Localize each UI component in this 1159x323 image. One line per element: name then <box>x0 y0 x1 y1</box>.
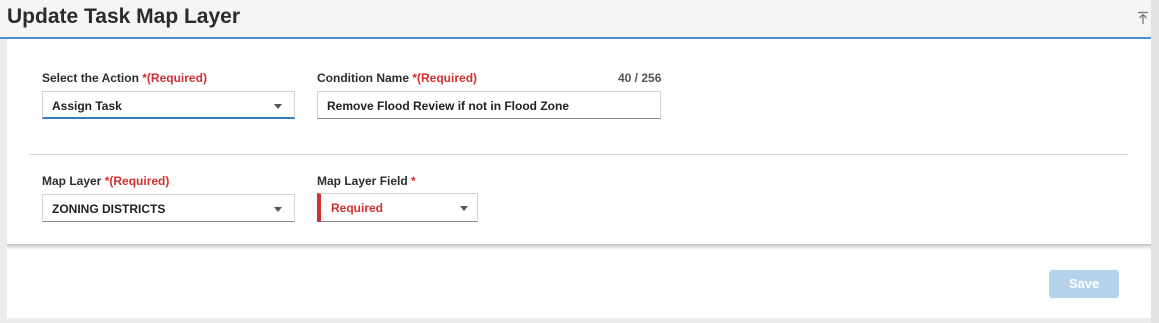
condition-name-input[interactable]: Remove Flood Review if not in Flood Zone <box>317 91 661 119</box>
action-label-text: Select the Action <box>42 71 139 85</box>
map-layer-select[interactable]: ZONING DISTRICTS <box>42 194 295 222</box>
condition-name-value: Remove Flood Review if not in Flood Zone <box>327 99 570 113</box>
action-select[interactable]: Assign Task <box>42 91 295 119</box>
scrollbar[interactable] <box>1151 0 1159 323</box>
action-label: Select the Action *(Required) <box>42 71 207 85</box>
dialog-header: Update Task Map Layer <box>0 0 1151 39</box>
chevron-down-icon <box>274 104 282 109</box>
map-layer-field-select[interactable]: Required <box>317 193 478 222</box>
action-select-value: Assign Task <box>52 99 122 113</box>
collapse-up-icon[interactable] <box>1137 11 1149 25</box>
character-counter: 40 / 256 <box>618 71 662 85</box>
footer-separator <box>7 244 1151 250</box>
condition-label-text: Condition Name <box>317 71 409 85</box>
map-layer-field-label: Map Layer Field * <box>317 174 416 188</box>
page-title: Update Task Map Layer <box>7 5 241 28</box>
required-marker: *(Required) <box>142 71 207 85</box>
map-layer-select-value: ZONING DISTRICTS <box>52 202 166 216</box>
map-layer-label-text: Map Layer <box>42 174 102 188</box>
map-layer-label: Map Layer *(Required) <box>42 174 169 188</box>
condition-label: Condition Name *(Required) <box>317 71 477 85</box>
map-layer-field-select-value: Required <box>331 201 384 215</box>
required-marker: *(Required) <box>412 71 478 85</box>
required-marker: * <box>411 174 416 188</box>
save-button[interactable]: Save <box>1049 270 1119 298</box>
section-divider <box>29 154 1128 155</box>
chevron-down-icon <box>460 206 468 211</box>
map-layer-field-label-text: Map Layer Field <box>317 174 408 188</box>
required-marker: *(Required) <box>104 174 170 188</box>
form-panel: Select the Action *(Required) Assign Tas… <box>7 39 1151 318</box>
chevron-down-icon <box>274 207 282 212</box>
